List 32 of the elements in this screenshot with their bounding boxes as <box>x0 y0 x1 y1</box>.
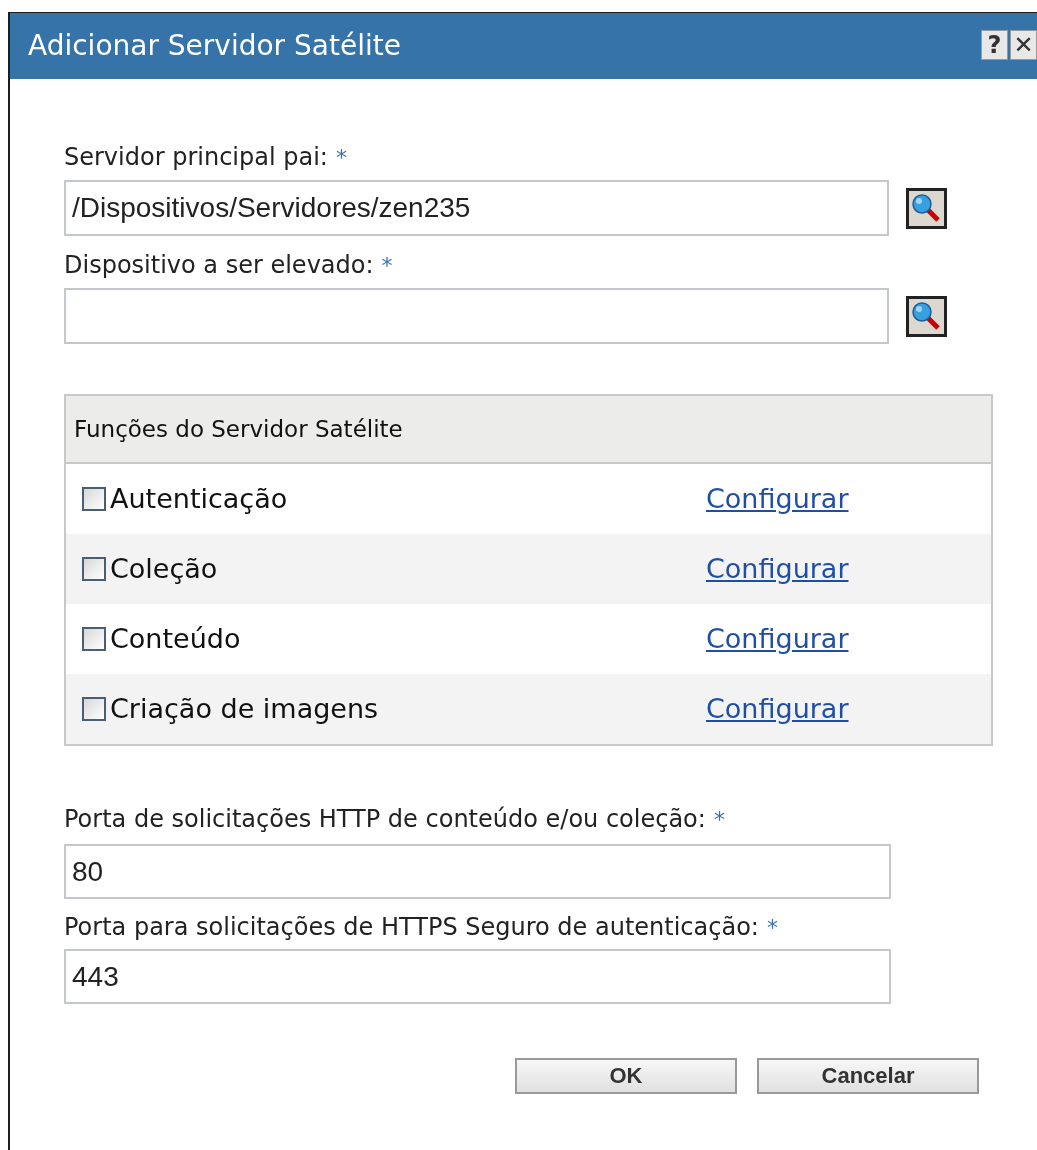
role-label: Autenticação <box>110 481 289 516</box>
panel-title: Funções do Servidor Satélite <box>74 414 403 444</box>
field-label: Porta para solicitações de HTTPS Seguro de autenticação: <box>64 912 759 943</box>
field-label: Servidor principal pai: <box>64 142 328 173</box>
required-mark: * <box>335 144 347 172</box>
field-label: Porta de solicitações HTTP de conteúdo e/ou coleção: <box>64 804 706 835</box>
required-mark: * <box>381 252 393 280</box>
search-button[interactable] <box>906 295 947 337</box>
ok-button[interactable]: OK <box>515 1058 737 1094</box>
required-mark: * <box>713 806 725 834</box>
search-button[interactable] <box>906 187 947 229</box>
configure-link[interactable]: Configurar <box>706 548 849 590</box>
checkbox[interactable] <box>82 697 106 721</box>
input-field[interactable]: 443 <box>64 949 891 1004</box>
role-label: Criação de imagens <box>110 691 380 726</box>
checkbox[interactable] <box>82 557 106 581</box>
role-label: Conteúdo <box>110 621 242 656</box>
configure-link[interactable]: Configurar <box>706 478 849 520</box>
field-label: Dispositivo a ser elevado: <box>64 250 374 281</box>
configure-link[interactable]: Configurar <box>706 688 849 730</box>
cancel-button[interactable]: Cancelar <box>757 1058 979 1094</box>
configure-link[interactable]: Configurar <box>706 618 849 660</box>
role-label: Coleção <box>110 551 219 586</box>
close-button[interactable]: ✕ <box>1010 30 1037 60</box>
checkbox[interactable] <box>82 627 106 651</box>
input-field[interactable]: 80 <box>64 844 891 899</box>
checkbox[interactable] <box>82 487 106 511</box>
required-mark: * <box>766 914 778 942</box>
window-title: Adicionar Servidor Satélite <box>28 28 401 64</box>
input-field[interactable]: /Dispositivos/Servidores/zen235 <box>64 180 889 236</box>
help-button[interactable]: ? <box>981 30 1008 60</box>
input-field[interactable] <box>64 288 889 344</box>
